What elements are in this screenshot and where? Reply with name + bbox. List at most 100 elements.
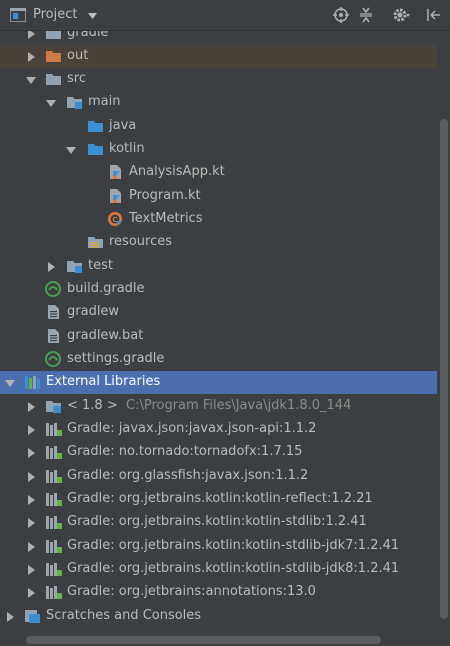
tree-item-label: main	[88, 94, 121, 109]
chevron-right-icon[interactable]	[26, 448, 36, 458]
tree-item-label: gradlew.bat	[67, 328, 144, 343]
library-icon	[24, 374, 41, 390]
locate-icon[interactable]	[332, 6, 350, 24]
tree-item-main[interactable]: main	[0, 91, 437, 114]
chevron-right-icon[interactable]	[26, 495, 36, 505]
project-tree[interactable]: gradle out src main java kotlin Analysis…	[0, 31, 437, 633]
tree-item-label: gradlew	[67, 304, 120, 319]
source-folder-icon	[87, 141, 104, 157]
tree-item-jdk[interactable]: < 1.8 > C:\Program Files\Java\jdk1.8.0_1…	[0, 395, 437, 418]
gradle-library-icon	[45, 491, 62, 507]
tree-item-program[interactable]: Program.kt	[0, 185, 437, 208]
chevron-right-icon[interactable]	[5, 612, 15, 622]
tree-item-label: Gradle: javax.json:javax.json-api:1.1.2	[67, 421, 317, 436]
gear-icon[interactable]	[392, 6, 410, 24]
hide-icon[interactable]	[425, 6, 443, 24]
tree-item-java[interactable]: java	[0, 115, 437, 138]
chevron-down-icon[interactable]	[46, 98, 56, 108]
tree-item-label: kotlin	[109, 141, 145, 156]
tree-item-kotlin[interactable]: kotlin	[0, 138, 437, 161]
tree-item-label: resources	[109, 234, 173, 249]
vertical-scrollbar[interactable]	[437, 31, 450, 633]
project-icon	[10, 8, 26, 22]
gradle-icon	[45, 281, 62, 297]
chevron-down-icon[interactable]	[66, 145, 76, 155]
tree-item-settings-gradle[interactable]: settings.gradle	[0, 348, 437, 371]
chevron-right-icon[interactable]	[46, 262, 56, 272]
tree-item-external-libraries[interactable]: External Libraries	[0, 371, 437, 394]
chevron-right-icon[interactable]	[26, 425, 36, 435]
chevron-right-icon[interactable]	[26, 472, 36, 482]
tree-item-label: Gradle: org.jetbrains:annotations:13.0	[67, 584, 316, 599]
tree-item-gradlew[interactable]: gradlew	[0, 301, 437, 324]
vertical-scrollbar-thumb[interactable]	[440, 119, 448, 619]
tree-item-label: settings.gradle	[67, 351, 165, 366]
jdk-path: C:\Program Files\Java\jdk1.8.0_144	[126, 398, 352, 413]
tree-item-library[interactable]: Gradle: org.jetbrains:annotations:13.0	[0, 581, 437, 604]
gradle-library-icon	[45, 421, 62, 437]
folder-icon	[45, 71, 62, 87]
chevron-right-icon[interactable]	[26, 565, 36, 575]
tree-item-label: src	[67, 71, 86, 86]
chevron-right-icon[interactable]	[26, 52, 36, 62]
jdk-icon	[45, 398, 62, 414]
tree-item-text-metrics[interactable]: TextMetrics	[0, 208, 437, 231]
excluded-folder-icon	[45, 48, 62, 64]
chevron-right-icon[interactable]	[26, 542, 36, 552]
tree-item-library[interactable]: Gradle: org.jetbrains.kotlin:kotlin-stdl…	[0, 535, 437, 558]
scratches-icon	[24, 608, 41, 624]
gradle-library-icon	[45, 538, 62, 554]
chevron-right-icon[interactable]	[26, 588, 36, 598]
tree-item-library[interactable]: Gradle: org.glassfish:javax.json:1.1.2	[0, 465, 437, 488]
tree-item-library[interactable]: Gradle: org.jetbrains.kotlin:kotlin-refl…	[0, 488, 437, 511]
tree-item-build-gradle[interactable]: build.gradle	[0, 278, 437, 301]
gradle-icon	[45, 351, 62, 367]
chevron-down-icon[interactable]	[88, 13, 97, 19]
kotlin-class-icon	[107, 211, 124, 227]
text-file-icon	[45, 304, 62, 320]
gradle-library-icon	[45, 561, 62, 577]
tree-item-out[interactable]: out	[0, 45, 437, 68]
tree-item-library[interactable]: Gradle: javax.json:javax.json-api:1.1.2	[0, 418, 437, 441]
tree-item-label: Gradle: org.jetbrains.kotlin:kotlin-stdl…	[67, 514, 367, 529]
jdk-version: < 1.8 >	[67, 398, 118, 413]
tree-item-library[interactable]: Gradle: org.jetbrains.kotlin:kotlin-stdl…	[0, 511, 437, 534]
tree-item-label: Scratches and Consoles	[46, 608, 202, 623]
kotlin-file-icon	[107, 164, 124, 180]
tree-item-label: Gradle: org.jetbrains.kotlin:kotlin-stdl…	[67, 538, 400, 553]
tree-item-scratches[interactable]: Scratches and Consoles	[0, 605, 437, 628]
project-view-title[interactable]: Project	[33, 7, 77, 22]
text-file-icon	[45, 328, 62, 344]
tree-item-label: Gradle: org.jetbrains.kotlin:kotlin-stdl…	[67, 561, 400, 576]
tree-item-label: test	[88, 258, 113, 273]
chevron-down-icon[interactable]	[26, 75, 36, 85]
tree-item-analysis-app[interactable]: AnalysisApp.kt	[0, 161, 437, 184]
chevron-right-icon[interactable]	[26, 402, 36, 412]
chevron-right-icon[interactable]	[26, 518, 36, 528]
module-folder-icon	[66, 94, 83, 110]
project-toolbar: Project	[0, 0, 450, 31]
tree-item-library[interactable]: Gradle: org.jetbrains.kotlin:kotlin-stdl…	[0, 558, 437, 581]
tree-item-library[interactable]: Gradle: no.tornado:tornadofx:1.7.15	[0, 441, 437, 464]
tree-item-label: build.gradle	[67, 281, 145, 296]
tree-item-label: Gradle: org.jetbrains.kotlin:kotlin-refl…	[67, 491, 373, 506]
collapse-all-icon[interactable]	[357, 6, 375, 24]
chevron-right-icon[interactable]	[26, 31, 36, 39]
tree-item-label: AnalysisApp.kt	[129, 164, 225, 179]
resources-folder-icon	[87, 234, 104, 250]
tree-item-label: External Libraries	[46, 374, 161, 389]
folder-icon	[45, 31, 62, 41]
tree-item-resources[interactable]: resources	[0, 231, 437, 254]
chevron-down-icon[interactable]	[5, 378, 15, 388]
gradle-library-icon	[45, 514, 62, 530]
tree-item-gradlew-bat[interactable]: gradlew.bat	[0, 325, 437, 348]
gradle-library-icon	[45, 584, 62, 600]
tree-item-test[interactable]: test	[0, 255, 437, 278]
horizontal-scrollbar[interactable]	[0, 633, 450, 646]
horizontal-scrollbar-thumb[interactable]	[26, 636, 381, 644]
tree-item-label: Gradle: no.tornado:tornadofx:1.7.15	[67, 444, 303, 459]
tree-item-gradle[interactable]: gradle	[0, 31, 437, 45]
tree-item-label: Program.kt	[129, 188, 201, 203]
tree-item-src[interactable]: src	[0, 68, 437, 91]
tree-item-label: out	[67, 48, 89, 63]
